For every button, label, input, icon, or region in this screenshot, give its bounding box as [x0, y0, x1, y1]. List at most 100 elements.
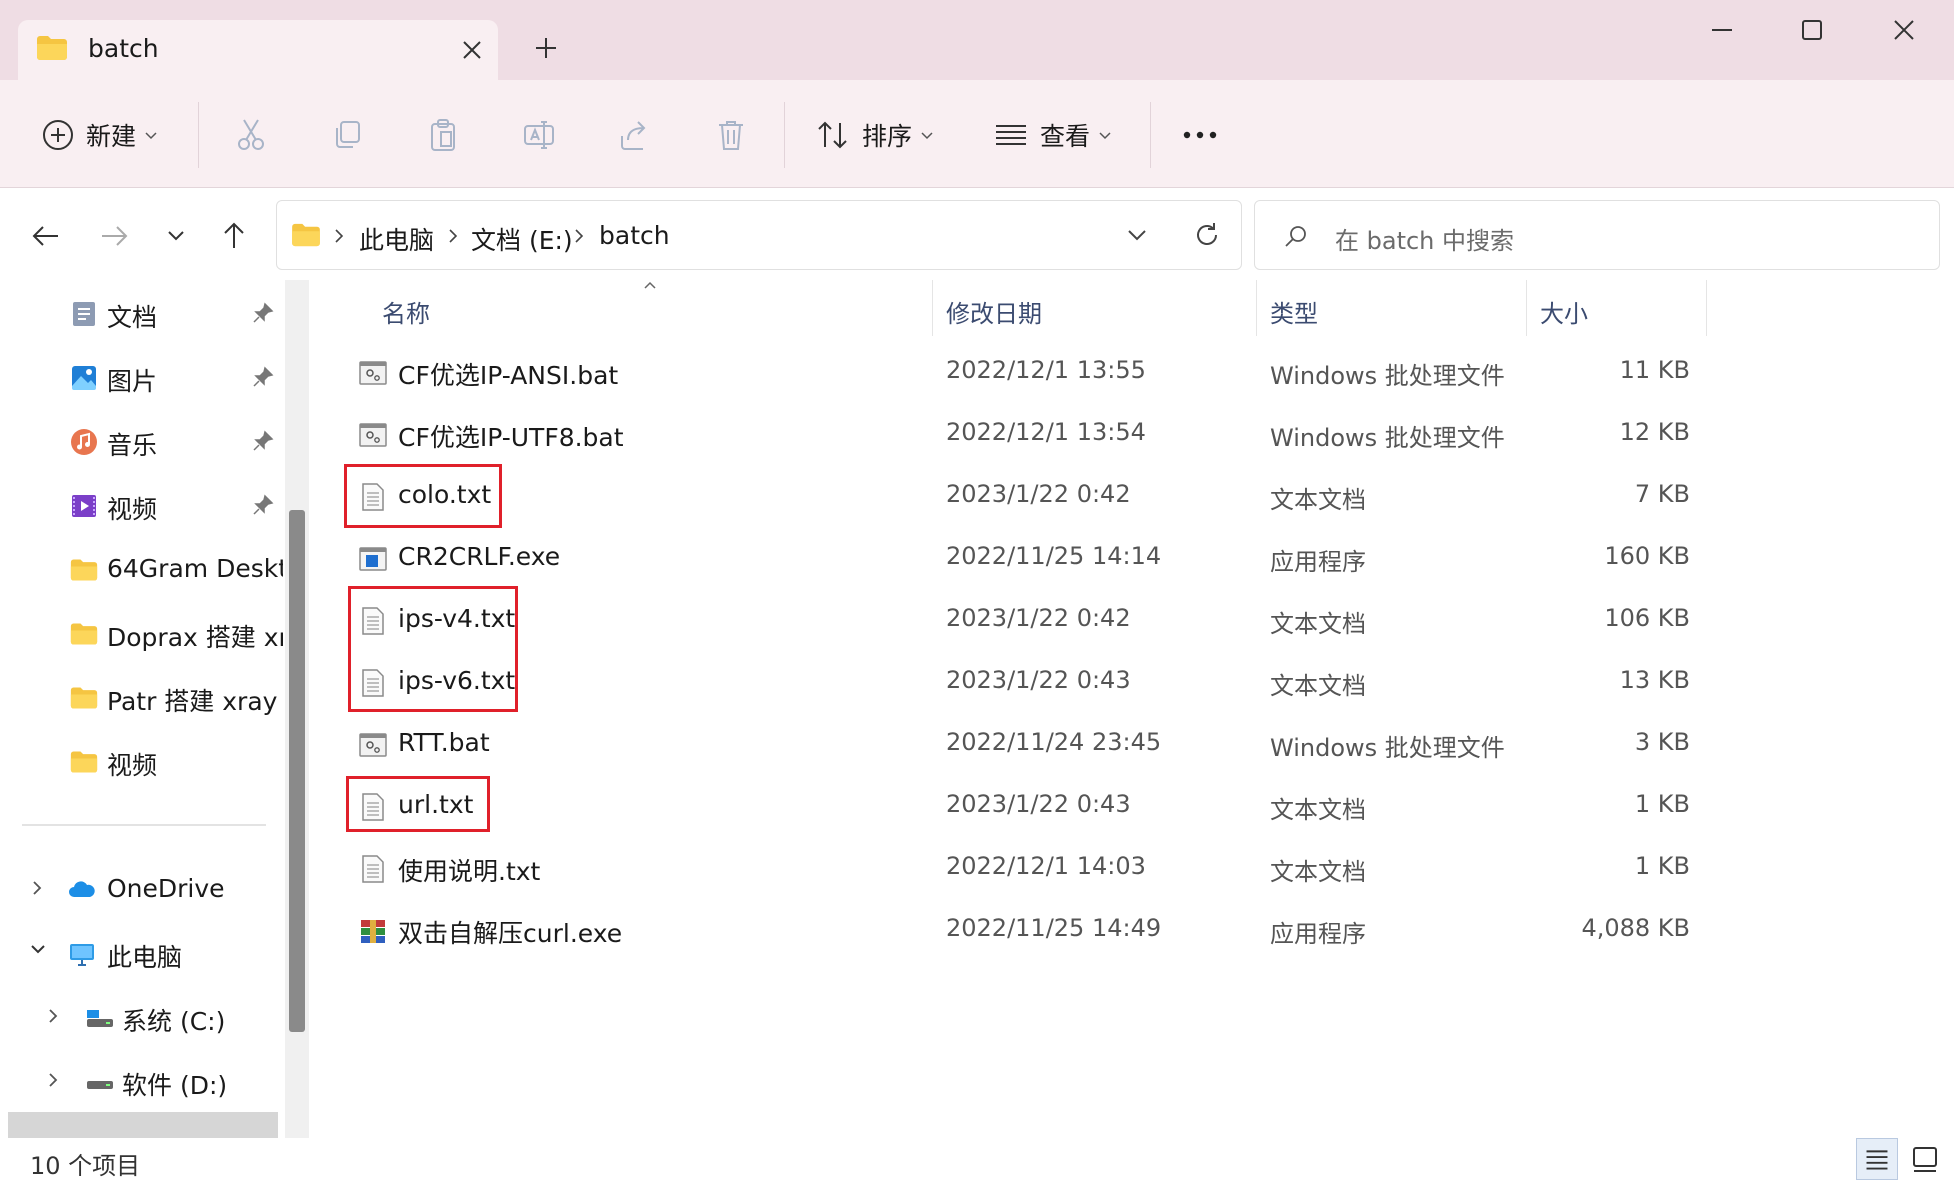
up-arrow-icon[interactable] — [212, 214, 256, 258]
chevron-down-icon[interactable] — [28, 942, 48, 956]
sidebar-item-onedrive[interactable]: OneDrive — [0, 860, 285, 916]
tiles-view-icon[interactable] — [1904, 1138, 1946, 1180]
file-size: 160 KB — [1604, 542, 1690, 570]
recent-locations-icon[interactable] — [154, 214, 198, 258]
search-icon — [1285, 226, 1306, 247]
table-row[interactable]: RTT.bat 2022/11/24 23:45 Windows 批处理文件 3… — [318, 714, 1718, 774]
sidebar-scrollbar-thumb[interactable] — [289, 510, 305, 1032]
column-header-type[interactable]: 类型 — [1270, 294, 1318, 329]
sidebar-item-folder[interactable]: 视频 — [0, 732, 285, 788]
refresh-icon[interactable] — [1193, 221, 1221, 249]
sidebar-item-label: 64Gram Desktop — [107, 554, 283, 583]
chevron-right-icon[interactable] — [30, 878, 44, 898]
column-divider[interactable] — [1526, 280, 1527, 336]
close-window-icon[interactable] — [1874, 6, 1934, 58]
status-bar: 10 个项目 — [0, 1138, 1954, 1185]
table-row[interactable]: CR2CRLF.exe 2022/11/25 14:14 应用程序 160 KB — [318, 528, 1718, 588]
file-date: 2022/12/1 13:55 — [946, 356, 1146, 384]
highlight-box — [346, 776, 490, 832]
file-size: 1 KB — [1634, 790, 1690, 818]
sidebar-item-pictures[interactable]: 图片 — [0, 348, 285, 404]
sidebar-item-folder[interactable]: 64Gram Desktop — [0, 540, 285, 596]
details-view-icon[interactable] — [1856, 1138, 1898, 1180]
sort-icon — [818, 121, 847, 149]
copy-button[interactable] — [330, 112, 364, 158]
column-divider[interactable] — [932, 280, 933, 336]
folder-icon — [70, 559, 98, 581]
column-header-name[interactable]: 名称 — [382, 294, 430, 329]
sidebar-item-drive-d[interactable]: 软件 (D:) — [0, 1052, 285, 1108]
table-row[interactable]: url.txt 2023/1/22 0:43 文本文档 1 KB — [318, 776, 1718, 836]
folder-icon — [70, 687, 98, 709]
minimize-icon[interactable] — [1692, 6, 1752, 58]
share-button[interactable] — [618, 112, 652, 158]
sidebar-item-drive-c[interactable]: 系统 (C:) — [0, 988, 285, 1044]
maximize-icon[interactable] — [1782, 6, 1842, 58]
sidebar-item-label: Doprax 搭建 xray — [107, 623, 283, 652]
scissors-icon — [238, 119, 264, 150]
file-name: 双击自解压curl.exe — [398, 919, 623, 948]
sidebar-selected-item[interactable] — [8, 1112, 278, 1138]
close-tab-icon[interactable] — [454, 32, 490, 68]
file-date: 2022/11/25 14:49 — [946, 914, 1162, 942]
chevron-right-icon[interactable] — [46, 1070, 60, 1090]
more-icon — [1183, 131, 1217, 139]
table-row[interactable]: CF优选IP-ANSI.bat 2022/12/1 13:55 Windows … — [318, 342, 1718, 402]
address-history-chevron-icon[interactable] — [1125, 225, 1149, 245]
file-type: 应用程序 — [1270, 920, 1366, 948]
view-button[interactable]: 查看 — [994, 112, 1112, 158]
table-row[interactable]: 使用说明.txt 2022/12/1 14:03 文本文档 1 KB — [318, 838, 1718, 898]
file-type: 文本文档 — [1270, 672, 1366, 700]
breadcrumb-batch[interactable]: batch — [599, 221, 670, 250]
column-divider[interactable] — [1256, 280, 1257, 336]
table-row[interactable]: 双击自解压curl.exe 2022/11/25 14:49 应用程序 4,08… — [318, 900, 1718, 960]
new-tab-icon[interactable] — [528, 30, 564, 66]
chevron-right-icon[interactable] — [46, 1006, 60, 1026]
navigation-bar: 此电脑 文档 (E:) batch 在 batch 中搜索 — [0, 188, 1954, 280]
delete-button[interactable] — [714, 112, 748, 158]
back-arrow-icon[interactable] — [24, 214, 68, 258]
table-row[interactable]: CF优选IP-UTF8.bat 2022/12/1 13:54 Windows … — [318, 404, 1718, 464]
file-date: 2023/1/22 0:42 — [946, 480, 1131, 508]
list-view-icon — [996, 125, 1026, 145]
forward-arrow-icon[interactable] — [92, 214, 136, 258]
music-icon — [71, 429, 97, 455]
sidebar-item-documents[interactable]: 文档 — [0, 284, 285, 340]
sidebar-item-folder[interactable]: Doprax 搭建 xray — [0, 604, 285, 660]
highlight-box — [344, 464, 502, 528]
file-type: 文本文档 — [1270, 858, 1366, 886]
new-label: 新建 — [86, 122, 137, 151]
tab-batch[interactable]: batch — [18, 20, 498, 80]
batch-file-icon — [359, 361, 387, 385]
cut-button[interactable] — [234, 112, 268, 158]
file-type: 文本文档 — [1270, 796, 1366, 824]
sidebar-item-label: 软件 (D:) — [122, 1071, 228, 1100]
sidebar-item-music[interactable]: 音乐 — [0, 412, 285, 468]
share-icon — [621, 121, 646, 150]
file-name: RTT.bat — [398, 728, 490, 757]
sidebar-item-folder[interactable]: Patr 搭建 xray 节 — [0, 668, 285, 724]
table-row[interactable]: ips-v6.txt 2023/1/22 0:43 文本文档 13 KB — [318, 652, 1718, 712]
breadcrumb-this-pc[interactable]: 此电脑 — [359, 221, 434, 257]
sort-button[interactable]: 排序 — [816, 112, 934, 158]
sidebar-item-videos[interactable]: 视频 — [0, 476, 285, 532]
table-row[interactable]: colo.txt 2023/1/22 0:42 文本文档 7 KB — [318, 466, 1718, 526]
paste-button[interactable] — [426, 112, 460, 158]
file-size: 7 KB — [1634, 480, 1690, 508]
drive-icon — [87, 1010, 113, 1027]
new-button[interactable]: 新建 — [42, 112, 158, 158]
file-size: 12 KB — [1619, 418, 1690, 446]
sidebar-item-this-pc[interactable]: 此电脑 — [0, 924, 285, 980]
rename-button[interactable] — [522, 112, 556, 158]
column-header-size[interactable]: 大小 — [1540, 294, 1588, 329]
file-type: 文本文档 — [1270, 610, 1366, 638]
more-options-button[interactable] — [1180, 112, 1220, 158]
search-input[interactable]: 在 batch 中搜索 — [1254, 200, 1940, 270]
file-date: 2022/12/1 14:03 — [946, 852, 1146, 880]
column-header-date[interactable]: 修改日期 — [946, 294, 1042, 329]
item-count: 10 个项目 — [30, 1152, 141, 1180]
breadcrumb-drive-e[interactable]: 文档 (E:) — [471, 221, 573, 257]
table-row[interactable]: ips-v4.txt 2023/1/22 0:42 文本文档 106 KB — [318, 590, 1718, 650]
address-bar[interactable]: 此电脑 文档 (E:) batch — [276, 200, 1242, 270]
column-divider[interactable] — [1706, 280, 1707, 336]
